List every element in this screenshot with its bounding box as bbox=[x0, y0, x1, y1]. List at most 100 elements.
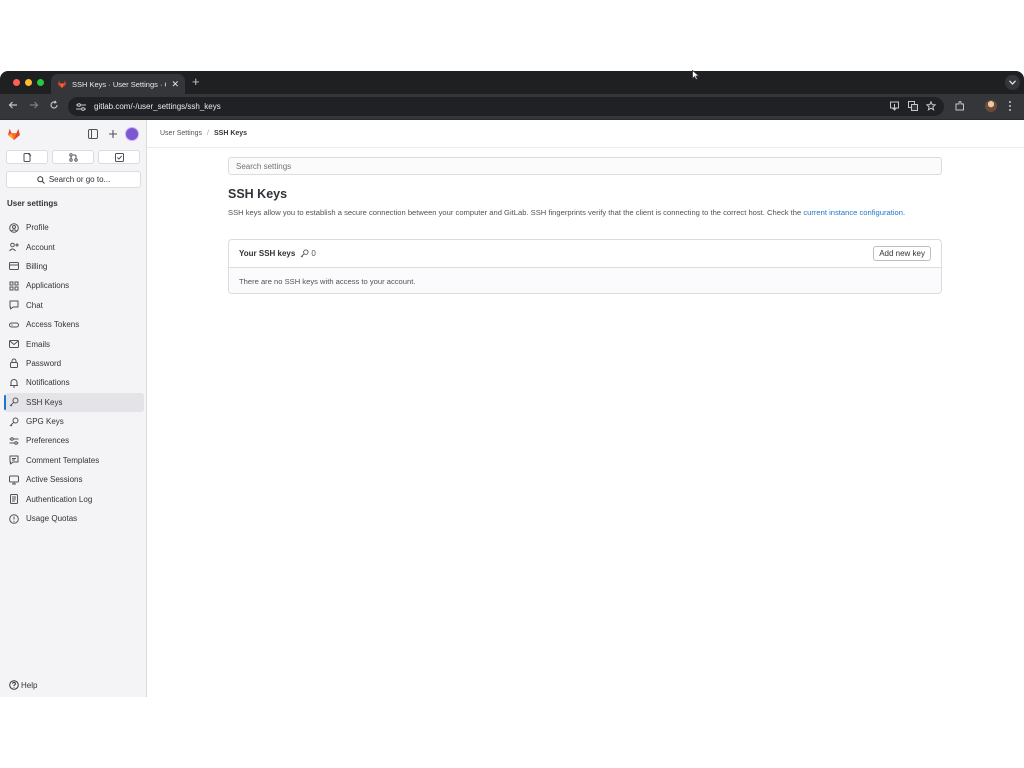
ssh-keys-count: 0 bbox=[300, 249, 316, 258]
sidebar-item-label: Active Sessions bbox=[26, 475, 83, 485]
sidebar-item-usage-quotas[interactable]: Usage Quotas bbox=[4, 509, 144, 528]
chevron-down-icon bbox=[1009, 80, 1016, 85]
ssh-keys-card: Your SSH keys 0 Add new key There are no… bbox=[228, 239, 942, 294]
merge-requests-button[interactable] bbox=[52, 150, 94, 164]
key-icon bbox=[300, 249, 309, 258]
browser-window: SSH Keys · User Settings · GitLab ✕ + gi… bbox=[0, 71, 1024, 697]
tab-title: SSH Keys · User Settings · GitLab bbox=[72, 79, 166, 89]
description-end: . bbox=[902, 208, 906, 217]
sidebar-item-billing[interactable]: Billing bbox=[4, 257, 144, 276]
ssh-keys-card-header: Your SSH keys 0 Add new key bbox=[229, 240, 941, 268]
forward-icon[interactable] bbox=[29, 100, 39, 110]
current-instance-configuration-link[interactable]: current instance configuration bbox=[803, 208, 903, 217]
search-settings-input[interactable]: Search settings bbox=[228, 157, 942, 175]
bookmark-star-icon[interactable] bbox=[926, 101, 936, 111]
browser-tab[interactable]: SSH Keys · User Settings · GitLab ✕ bbox=[51, 74, 185, 94]
sidebar-item-chat[interactable]: Chat bbox=[4, 296, 144, 315]
sidebar-item-account[interactable]: Account bbox=[4, 237, 144, 256]
sidebar-item-label: Notifications bbox=[26, 378, 70, 388]
site-info-icon[interactable] bbox=[76, 102, 86, 111]
search-icon bbox=[37, 175, 45, 184]
close-tab-icon[interactable]: ✕ bbox=[171, 79, 179, 90]
merge-request-icon bbox=[68, 152, 78, 162]
account-icon bbox=[9, 242, 19, 252]
breadcrumb-ssh-keys[interactable]: SSH Keys bbox=[214, 130, 247, 137]
back-icon[interactable] bbox=[8, 100, 18, 110]
sidebar-item-preferences[interactable]: Preferences bbox=[4, 431, 144, 450]
sidebar-item-label: Emails bbox=[26, 339, 51, 349]
key-icon bbox=[9, 417, 19, 426]
tab-search-button[interactable] bbox=[1005, 75, 1020, 90]
sidebar: Search or go to... User settings Profile… bbox=[0, 120, 147, 697]
todo-button[interactable] bbox=[98, 150, 140, 164]
sidebar-item-gpg-keys[interactable]: GPG Keys bbox=[4, 412, 144, 431]
todo-icon bbox=[114, 152, 124, 162]
sidebar-item-label: Account bbox=[26, 242, 55, 252]
minimize-window-button[interactable] bbox=[25, 79, 32, 86]
sidebar-heading: User settings bbox=[7, 199, 58, 208]
new-tab-button[interactable]: + bbox=[192, 75, 200, 89]
sidebar-item-label: Comment Templates bbox=[26, 455, 100, 465]
help-label: Help bbox=[21, 680, 38, 690]
token-icon bbox=[9, 322, 19, 328]
key-icon bbox=[9, 397, 19, 407]
sidebar-item-access-tokens[interactable]: Access Tokens bbox=[4, 315, 144, 334]
billing-icon bbox=[9, 262, 19, 271]
extensions-icon[interactable] bbox=[955, 101, 965, 111]
gitlab-app: Search or go to... User settings Profile… bbox=[0, 120, 1024, 697]
browser-tab-strip: SSH Keys · User Settings · GitLab ✕ + bbox=[0, 71, 1024, 94]
sidebar-item-ssh-keys[interactable]: SSH Keys bbox=[4, 392, 144, 412]
sidebar-item-authentication-log[interactable]: Authentication Log bbox=[4, 489, 144, 508]
add-new-key-button[interactable]: Add new key bbox=[873, 246, 931, 261]
sidebar-item-label: Profile bbox=[26, 223, 49, 233]
address-bar[interactable]: gitlab.com/-/user_settings/ssh_keys bbox=[68, 97, 944, 116]
gitlab-favicon-icon bbox=[58, 80, 66, 88]
log-icon bbox=[10, 494, 18, 505]
breadcrumb-user-settings[interactable]: User Settings bbox=[160, 130, 202, 137]
settings-nav: Profile Account Billing Applications Cha… bbox=[4, 218, 144, 528]
preferences-icon bbox=[9, 437, 19, 445]
lock-icon bbox=[10, 358, 18, 369]
ssh-keys-empty-state: There are no SSH keys with access to you… bbox=[229, 268, 941, 293]
ssh-keys-card-title: Your SSH keys bbox=[239, 249, 296, 258]
toggle-sidebar-icon[interactable] bbox=[88, 129, 98, 139]
sidebar-item-label: Authentication Log bbox=[26, 494, 93, 504]
close-window-button[interactable] bbox=[13, 79, 20, 86]
issues-button[interactable] bbox=[6, 150, 48, 164]
description-text: SSH keys allow you to establish a secure… bbox=[228, 208, 804, 217]
translate-icon[interactable] bbox=[908, 101, 918, 111]
browser-toolbar: gitlab.com/-/user_settings/ssh_keys bbox=[0, 94, 1024, 120]
header-divider bbox=[147, 147, 1024, 148]
chat-icon bbox=[9, 300, 19, 310]
quota-icon bbox=[9, 513, 19, 524]
sidebar-item-notifications[interactable]: Notifications bbox=[4, 373, 144, 392]
sidebar-item-label: Chat bbox=[26, 300, 43, 310]
sidebar-item-label: SSH Keys bbox=[26, 397, 63, 407]
sidebar-item-label: GPG Keys bbox=[26, 417, 64, 427]
sidebar-item-password[interactable]: Password bbox=[4, 354, 144, 373]
help-button[interactable]: Help bbox=[9, 680, 37, 690]
sidebar-item-comment-templates[interactable]: Comment Templates bbox=[4, 451, 144, 470]
sidebar-item-profile[interactable]: Profile bbox=[4, 218, 144, 237]
mouse-cursor-icon bbox=[692, 70, 700, 80]
gitlab-logo-icon[interactable] bbox=[7, 127, 21, 141]
user-avatar[interactable] bbox=[125, 127, 139, 141]
sidebar-item-label: Preferences bbox=[26, 436, 70, 446]
monitor-icon bbox=[9, 475, 19, 485]
browser-menu-icon[interactable] bbox=[1008, 100, 1012, 112]
search-label: Search or go to... bbox=[48, 175, 111, 184]
sidebar-item-emails[interactable]: Emails bbox=[4, 334, 144, 353]
search-or-go-to-button[interactable]: Search or go to... bbox=[6, 171, 141, 188]
breadcrumb: User Settings / SSH Keys bbox=[160, 130, 247, 137]
sidebar-item-label: Password bbox=[26, 358, 62, 368]
sidebar-item-label: Usage Quotas bbox=[26, 514, 78, 524]
maximize-window-button[interactable] bbox=[37, 79, 44, 86]
reload-icon[interactable] bbox=[49, 100, 59, 110]
sidebar-item-label: Access Tokens bbox=[26, 320, 80, 330]
install-app-icon[interactable] bbox=[890, 101, 900, 111]
sidebar-item-active-sessions[interactable]: Active Sessions bbox=[4, 470, 144, 489]
create-new-icon[interactable] bbox=[108, 129, 118, 139]
sidebar-item-applications[interactable]: Applications bbox=[4, 276, 144, 295]
profile-avatar[interactable] bbox=[985, 100, 997, 112]
email-icon bbox=[9, 340, 19, 349]
